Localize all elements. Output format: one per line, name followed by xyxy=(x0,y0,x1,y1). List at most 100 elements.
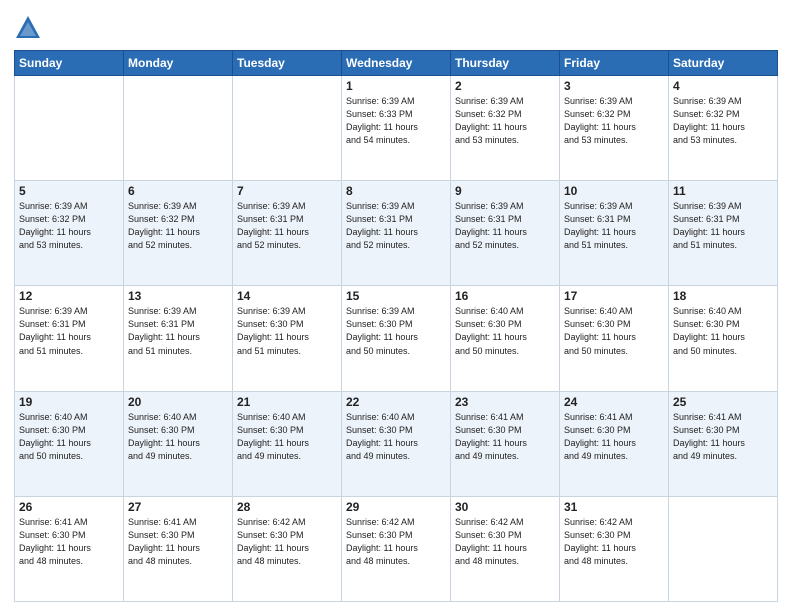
day-number: 19 xyxy=(19,395,119,409)
calendar-cell xyxy=(124,76,233,181)
header-cell-saturday: Saturday xyxy=(669,51,778,76)
day-info: Sunrise: 6:39 AM Sunset: 6:31 PM Dayligh… xyxy=(346,200,446,252)
week-row-1: 1Sunrise: 6:39 AM Sunset: 6:33 PM Daylig… xyxy=(15,76,778,181)
day-info: Sunrise: 6:41 AM Sunset: 6:30 PM Dayligh… xyxy=(19,516,119,568)
calendar-cell: 6Sunrise: 6:39 AM Sunset: 6:32 PM Daylig… xyxy=(124,181,233,286)
day-info: Sunrise: 6:39 AM Sunset: 6:31 PM Dayligh… xyxy=(455,200,555,252)
day-info: Sunrise: 6:40 AM Sunset: 6:30 PM Dayligh… xyxy=(237,411,337,463)
day-info: Sunrise: 6:39 AM Sunset: 6:32 PM Dayligh… xyxy=(19,200,119,252)
calendar-cell: 20 Sunrise: 6:40 AM Sunset: 6:30 PM Dayli… xyxy=(124,391,233,496)
calendar-cell: 29 Sunrise: 6:42 AM Sunset: 6:30 PM Dayli… xyxy=(342,496,451,601)
day-info: Sunrise: 6:40 AM Sunset: 6:30 PM Dayligh… xyxy=(455,305,555,357)
day-number: 18 xyxy=(673,289,773,303)
calendar-cell: 17Sunrise: 6:40 AM Sunset: 6:30 PM Dayli… xyxy=(560,286,669,391)
day-info: Sunrise: 6:39 AM Sunset: 6:32 PM Dayligh… xyxy=(673,95,773,147)
day-number: 15 xyxy=(346,289,446,303)
logo xyxy=(14,14,46,42)
day-number: 9 xyxy=(455,184,555,198)
week-row-3: 12 Sunrise: 6:39 AM Sunset: 6:31 PM Dayli… xyxy=(15,286,778,391)
header-cell-tuesday: Tuesday xyxy=(233,51,342,76)
day-number: 11 xyxy=(673,184,773,198)
day-number: 13 xyxy=(128,289,228,303)
calendar-cell: 9 Sunrise: 6:39 AM Sunset: 6:31 PM Daylig… xyxy=(451,181,560,286)
calendar-cell: 24Sunrise: 6:41 AM Sunset: 6:30 PM Dayli… xyxy=(560,391,669,496)
day-number: 30 xyxy=(455,500,555,514)
day-info: Sunrise: 6:42 AM Sunset: 6:30 PM Dayligh… xyxy=(455,516,555,568)
logo-icon xyxy=(14,14,42,42)
header xyxy=(14,10,778,42)
day-number: 10 xyxy=(564,184,664,198)
day-number: 4 xyxy=(673,79,773,93)
calendar-cell: 10 Sunrise: 6:39 AM Sunset: 6:31 PM Dayli… xyxy=(560,181,669,286)
header-cell-monday: Monday xyxy=(124,51,233,76)
calendar-cell: 11 Sunrise: 6:39 AM Sunset: 6:31 PM Dayli… xyxy=(669,181,778,286)
day-number: 24 xyxy=(564,395,664,409)
day-info: Sunrise: 6:42 AM Sunset: 6:30 PM Dayligh… xyxy=(346,516,446,568)
calendar-cell: 7Sunrise: 6:39 AM Sunset: 6:31 PM Daylig… xyxy=(233,181,342,286)
page: SundayMondayTuesdayWednesdayThursdayFrid… xyxy=(0,0,792,612)
calendar-cell xyxy=(15,76,124,181)
day-number: 20 xyxy=(128,395,228,409)
day-number: 17 xyxy=(564,289,664,303)
day-number: 29 xyxy=(346,500,446,514)
calendar-cell: 1Sunrise: 6:39 AM Sunset: 6:33 PM Daylig… xyxy=(342,76,451,181)
day-number: 31 xyxy=(564,500,664,514)
day-number: 16 xyxy=(455,289,555,303)
calendar-cell: 4 Sunrise: 6:39 AM Sunset: 6:32 PM Daylig… xyxy=(669,76,778,181)
calendar-cell: 14Sunrise: 6:39 AM Sunset: 6:30 PM Dayli… xyxy=(233,286,342,391)
day-info: Sunrise: 6:39 AM Sunset: 6:31 PM Dayligh… xyxy=(564,200,664,252)
calendar-cell: 3 Sunrise: 6:39 AM Sunset: 6:32 PM Daylig… xyxy=(560,76,669,181)
day-info: Sunrise: 6:41 AM Sunset: 6:30 PM Dayligh… xyxy=(673,411,773,463)
calendar-cell: 15 Sunrise: 6:39 AM Sunset: 6:30 PM Dayli… xyxy=(342,286,451,391)
week-row-4: 19 Sunrise: 6:40 AM Sunset: 6:30 PM Dayli… xyxy=(15,391,778,496)
day-info: Sunrise: 6:40 AM Sunset: 6:30 PM Dayligh… xyxy=(19,411,119,463)
header-cell-sunday: Sunday xyxy=(15,51,124,76)
calendar-cell: 8Sunrise: 6:39 AM Sunset: 6:31 PM Daylig… xyxy=(342,181,451,286)
calendar-cell: 13 Sunrise: 6:39 AM Sunset: 6:31 PM Dayli… xyxy=(124,286,233,391)
day-info: Sunrise: 6:40 AM Sunset: 6:30 PM Dayligh… xyxy=(673,305,773,357)
day-info: Sunrise: 6:39 AM Sunset: 6:30 PM Dayligh… xyxy=(346,305,446,357)
day-info: Sunrise: 6:39 AM Sunset: 6:31 PM Dayligh… xyxy=(128,305,228,357)
calendar-cell: 25 Sunrise: 6:41 AM Sunset: 6:30 PM Dayli… xyxy=(669,391,778,496)
day-info: Sunrise: 6:39 AM Sunset: 6:32 PM Dayligh… xyxy=(128,200,228,252)
day-number: 5 xyxy=(19,184,119,198)
day-info: Sunrise: 6:39 AM Sunset: 6:31 PM Dayligh… xyxy=(237,200,337,252)
calendar-cell: 31 Sunrise: 6:42 AM Sunset: 6:30 PM Dayli… xyxy=(560,496,669,601)
day-number: 27 xyxy=(128,500,228,514)
day-number: 2 xyxy=(455,79,555,93)
day-number: 3 xyxy=(564,79,664,93)
day-number: 26 xyxy=(19,500,119,514)
week-row-5: 26 Sunrise: 6:41 AM Sunset: 6:30 PM Dayli… xyxy=(15,496,778,601)
day-number: 22 xyxy=(346,395,446,409)
calendar-cell: 2 Sunrise: 6:39 AM Sunset: 6:32 PM Daylig… xyxy=(451,76,560,181)
day-number: 25 xyxy=(673,395,773,409)
day-info: Sunrise: 6:39 AM Sunset: 6:32 PM Dayligh… xyxy=(564,95,664,147)
day-number: 23 xyxy=(455,395,555,409)
day-number: 12 xyxy=(19,289,119,303)
header-cell-friday: Friday xyxy=(560,51,669,76)
day-info: Sunrise: 6:40 AM Sunset: 6:30 PM Dayligh… xyxy=(128,411,228,463)
calendar-cell: 30 Sunrise: 6:42 AM Sunset: 6:30 PM Dayli… xyxy=(451,496,560,601)
calendar-cell: 22 Sunrise: 6:40 AM Sunset: 6:30 PM Dayli… xyxy=(342,391,451,496)
day-info: Sunrise: 6:42 AM Sunset: 6:30 PM Dayligh… xyxy=(564,516,664,568)
calendar-cell: 5 Sunrise: 6:39 AM Sunset: 6:32 PM Daylig… xyxy=(15,181,124,286)
header-cell-thursday: Thursday xyxy=(451,51,560,76)
header-row: SundayMondayTuesdayWednesdayThursdayFrid… xyxy=(15,51,778,76)
calendar-cell xyxy=(669,496,778,601)
calendar-cell xyxy=(233,76,342,181)
calendar-cell: 12 Sunrise: 6:39 AM Sunset: 6:31 PM Dayli… xyxy=(15,286,124,391)
calendar-cell: 19 Sunrise: 6:40 AM Sunset: 6:30 PM Dayli… xyxy=(15,391,124,496)
day-info: Sunrise: 6:39 AM Sunset: 6:33 PM Dayligh… xyxy=(346,95,446,147)
calendar-cell: 16 Sunrise: 6:40 AM Sunset: 6:30 PM Dayli… xyxy=(451,286,560,391)
day-info: Sunrise: 6:39 AM Sunset: 6:31 PM Dayligh… xyxy=(673,200,773,252)
day-info: Sunrise: 6:39 AM Sunset: 6:32 PM Dayligh… xyxy=(455,95,555,147)
day-info: Sunrise: 6:40 AM Sunset: 6:30 PM Dayligh… xyxy=(346,411,446,463)
calendar-cell: 27Sunrise: 6:41 AM Sunset: 6:30 PM Dayli… xyxy=(124,496,233,601)
day-info: Sunrise: 6:39 AM Sunset: 6:31 PM Dayligh… xyxy=(19,305,119,357)
calendar-cell: 28Sunrise: 6:42 AM Sunset: 6:30 PM Dayli… xyxy=(233,496,342,601)
week-row-2: 5 Sunrise: 6:39 AM Sunset: 6:32 PM Daylig… xyxy=(15,181,778,286)
calendar-cell: 18 Sunrise: 6:40 AM Sunset: 6:30 PM Dayli… xyxy=(669,286,778,391)
calendar-cell: 26 Sunrise: 6:41 AM Sunset: 6:30 PM Dayli… xyxy=(15,496,124,601)
day-info: Sunrise: 6:42 AM Sunset: 6:30 PM Dayligh… xyxy=(237,516,337,568)
day-info: Sunrise: 6:41 AM Sunset: 6:30 PM Dayligh… xyxy=(455,411,555,463)
